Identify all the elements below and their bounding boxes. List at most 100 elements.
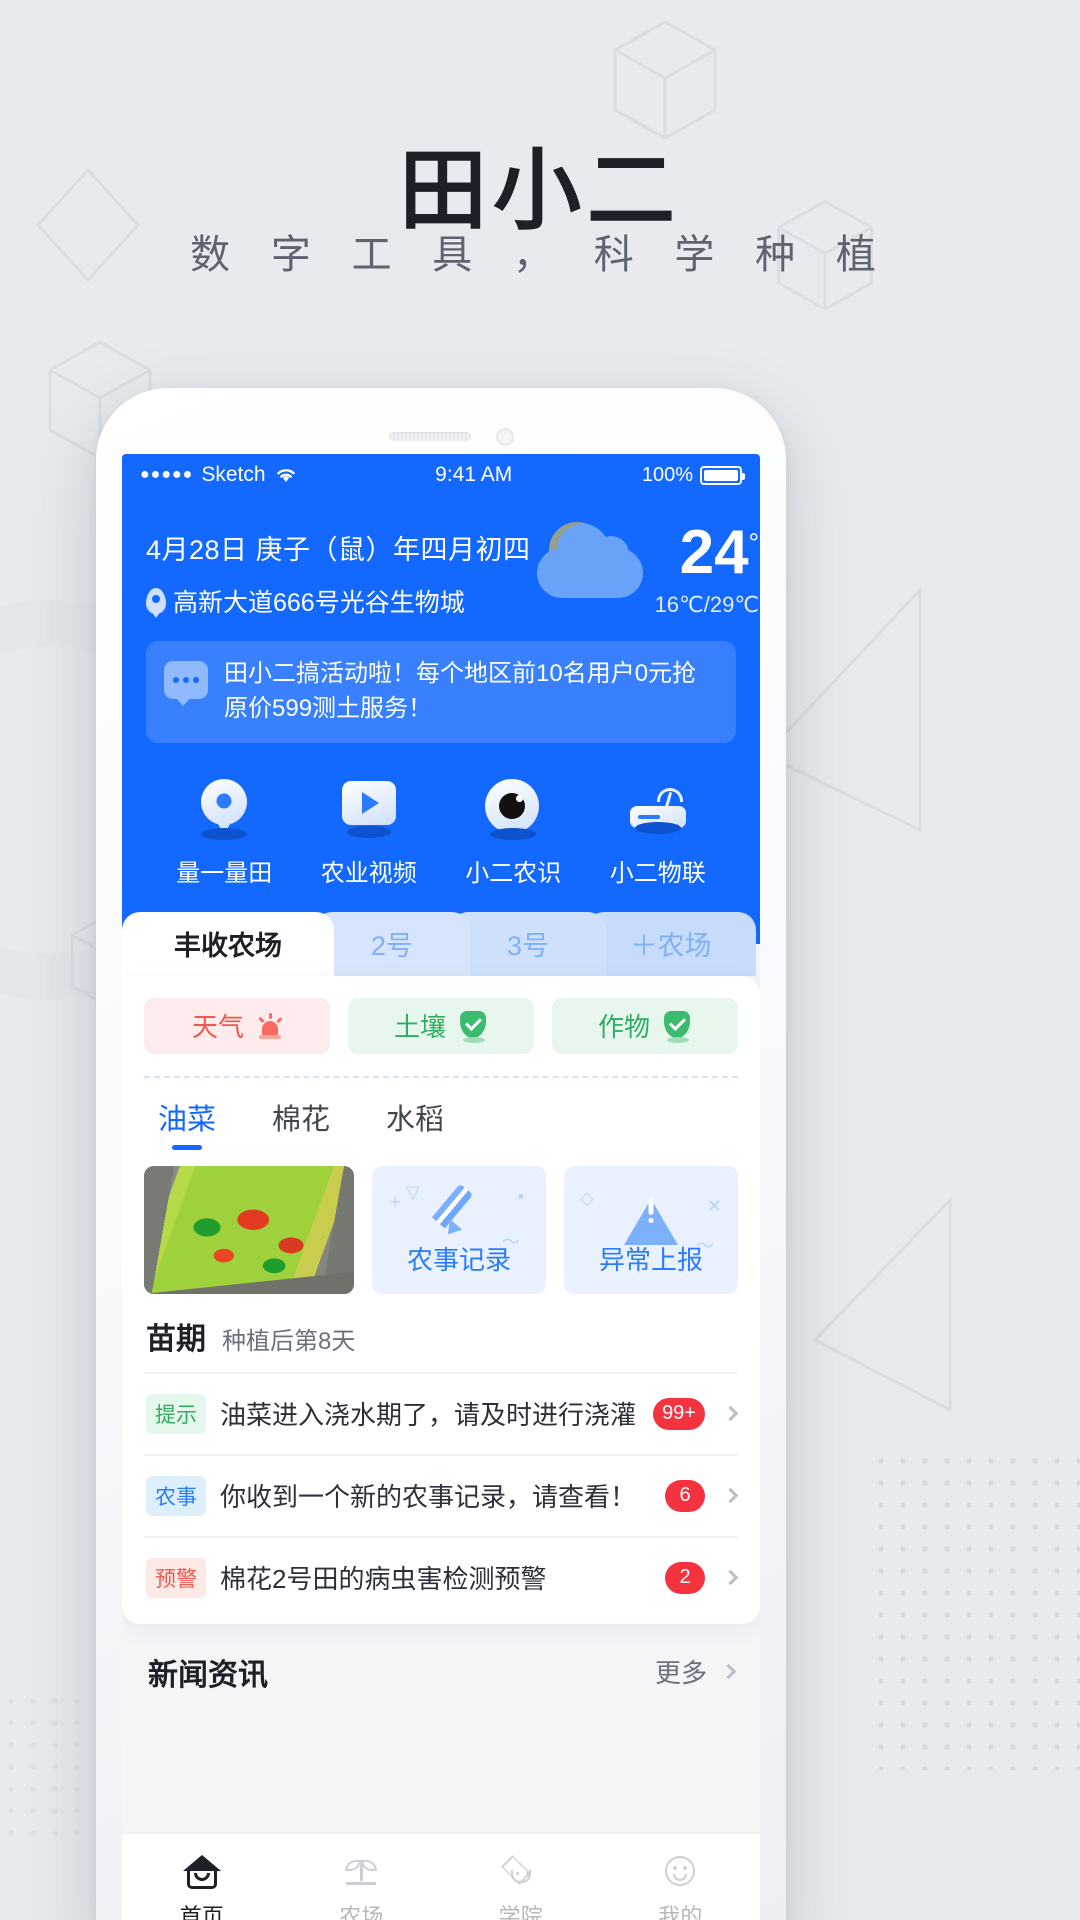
crop-tab-label: 棉花 bbox=[272, 1103, 331, 1136]
shield-check-icon bbox=[460, 1010, 488, 1043]
tab-label: 首页 bbox=[179, 1904, 224, 1920]
notification-row[interactable]: 农事 你收到一个新的农事记录，请查看！ 6 bbox=[144, 1453, 739, 1536]
notification-text: 你收到一个新的农事记录，请查看！ bbox=[220, 1482, 637, 1513]
notification-tag: 预警 bbox=[146, 1557, 206, 1598]
chevron-right-icon bbox=[720, 1663, 737, 1680]
tab-label: 农场 bbox=[339, 1904, 384, 1920]
phone-mockup: ●●●●● Sketch 9:41 AM 100% 4月28日 庚子（鼠）年四月… bbox=[96, 388, 786, 1920]
tab-farm[interactable]: 农场 bbox=[282, 1851, 442, 1920]
farm-card: 天气 土壤 作物 油菜 棉花 水稻 + ▽ ▪ 〜 农事记录 ◇ ✕ 〜 异常上… bbox=[122, 975, 760, 1624]
status-chip-label: 天气 bbox=[191, 1012, 244, 1043]
promo-notice-banner[interactable]: 田小二搞活动啦！每个地区前10名用户0元抢原价599测土服务！ bbox=[146, 641, 736, 743]
quick-action-agri-knowledge[interactable]: 小二农识 bbox=[441, 777, 586, 888]
status-chip-soil[interactable]: 土壤 bbox=[348, 997, 534, 1054]
farm-section: 丰收农场 2号 3号 ＋农场 天气 土壤 作物 油菜 棉花 水稻 + ▽ ▪ 〜… bbox=[122, 911, 760, 1624]
tab-academy[interactable]: 学院 bbox=[441, 1851, 601, 1920]
status-chip-label: 作物 bbox=[597, 1012, 650, 1043]
status-bar-right: 100% bbox=[641, 463, 745, 487]
temperature-value: 24° bbox=[679, 518, 760, 587]
degree-symbol: ° bbox=[748, 527, 760, 558]
notification-text: 棉花2号田的病虫害检测预警 bbox=[220, 1564, 547, 1595]
chevron-right-icon bbox=[722, 1569, 739, 1586]
battery-percent-label: 100% bbox=[641, 463, 693, 486]
action-card-label: 农事记录 bbox=[406, 1245, 511, 1276]
location-label: 高新大道666号光谷生物城 bbox=[173, 589, 465, 617]
tab-profile[interactable]: 我的 bbox=[601, 1851, 761, 1920]
news-section-header: 新闻资讯 更多 bbox=[122, 1624, 760, 1714]
eye-icon bbox=[485, 778, 541, 840]
farm-tab-harvest[interactable]: 丰收农场 bbox=[122, 911, 334, 976]
news-title: 新闻资讯 bbox=[148, 1658, 268, 1692]
hero-top-row: 4月28日 庚子（鼠）年四月初四 高新大道666号光谷生物城 24° 16℃/2 bbox=[146, 522, 759, 619]
growth-stage-row: 苗期 种植后第8天 bbox=[144, 1294, 738, 1372]
phone-screen: ●●●●● Sketch 9:41 AM 100% 4月28日 庚子（鼠）年四月… bbox=[122, 454, 760, 1920]
quick-action-label: 小二农识 bbox=[465, 859, 562, 887]
home-icon bbox=[182, 1855, 221, 1889]
battery-icon bbox=[700, 465, 745, 485]
date-location-block: 4月28日 庚子（鼠）年四月初四 高新大道666号光谷生物城 bbox=[146, 522, 531, 619]
chevron-right-icon bbox=[722, 1487, 739, 1504]
status-chip-weather[interactable]: 天气 bbox=[144, 997, 330, 1054]
quick-action-measure-field[interactable]: 量一量田 bbox=[152, 777, 297, 888]
farm-tabs: 丰收农场 2号 3号 ＋农场 bbox=[122, 911, 760, 976]
growth-stage-name: 苗期 bbox=[146, 1322, 206, 1356]
location-row[interactable]: 高新大道666号光谷生物城 bbox=[146, 583, 531, 619]
bottom-tab-bar: 首页 农场 学院 我的 bbox=[122, 1832, 760, 1920]
farm-tab-label: ＋农场 bbox=[630, 931, 712, 962]
user-face-icon bbox=[662, 1855, 698, 1889]
notification-badge: 2 bbox=[665, 1561, 705, 1594]
partly-cloudy-icon bbox=[531, 522, 649, 608]
alarm-light-icon bbox=[258, 1012, 283, 1039]
shield-check-icon bbox=[664, 1010, 692, 1043]
action-card-farm-record[interactable]: + ▽ ▪ 〜 农事记录 bbox=[372, 1165, 546, 1294]
map-pin-icon bbox=[201, 778, 248, 840]
tab-label: 我的 bbox=[658, 1904, 703, 1920]
weather-block[interactable]: 24° 16℃/29℃ bbox=[531, 522, 759, 618]
notification-row[interactable]: 提示 油菜进入浇水期了，请及时进行浇灌！ 99+ bbox=[144, 1371, 739, 1454]
weather-hero: 4月28日 庚子（鼠）年四月初四 高新大道666号光谷生物城 24° 16℃/2 bbox=[122, 496, 760, 944]
promo-notice-text: 田小二搞活动啦！每个地区前10名用户0元抢原价599测土服务！ bbox=[224, 660, 697, 722]
farm-tab-3[interactable]: 3号 bbox=[450, 911, 606, 976]
deco-dot-grid bbox=[870, 1450, 1080, 1770]
farm-tab-2[interactable]: 2号 bbox=[314, 911, 470, 976]
crop-tab-rapeseed[interactable]: 油菜 bbox=[158, 1096, 216, 1150]
status-chip-label: 土壤 bbox=[393, 1012, 446, 1043]
notification-tag: 提示 bbox=[146, 1393, 206, 1434]
crop-tab-cotton[interactable]: 棉花 bbox=[272, 1096, 330, 1150]
phone-speaker bbox=[389, 432, 471, 441]
phone-camera bbox=[496, 428, 514, 446]
quick-action-agri-video[interactable]: 农业视频 bbox=[297, 777, 442, 888]
field-ndvi-thumbnail[interactable] bbox=[144, 1165, 354, 1294]
farm-tab-add[interactable]: ＋农场 bbox=[586, 911, 756, 976]
news-more-label: 更多 bbox=[654, 1658, 707, 1689]
crop-tab-rice[interactable]: 水稻 bbox=[386, 1096, 444, 1150]
poster-background: 田小二 数 字 工 具 ， 科 学 种 植 ●●●●● Sketch 9:41 … bbox=[0, 0, 1080, 1920]
tab-home[interactable]: 首页 bbox=[122, 1851, 282, 1920]
growth-stage-days: 种植后第8天 bbox=[222, 1327, 356, 1355]
notification-badge: 99+ bbox=[653, 1397, 705, 1430]
location-pin-icon bbox=[146, 588, 166, 614]
graduation-cap-icon bbox=[500, 1855, 541, 1889]
crop-tab-label: 油菜 bbox=[158, 1103, 217, 1136]
signal-dots-icon: ●●●●● bbox=[140, 466, 194, 483]
warning-triangle-icon bbox=[624, 1182, 678, 1246]
crop-tab-label: 水稻 bbox=[386, 1103, 445, 1136]
status-chips-row: 天气 土壤 作物 bbox=[144, 997, 738, 1054]
status-chip-crop[interactable]: 作物 bbox=[552, 997, 738, 1054]
quick-action-label: 小二物联 bbox=[609, 859, 706, 887]
notification-row[interactable]: 预警 棉花2号田的病虫害检测预警 2 bbox=[144, 1535, 739, 1618]
farm-tab-label: 丰收农场 bbox=[174, 931, 282, 962]
date-label: 4月28日 庚子（鼠）年四月初四 bbox=[146, 535, 531, 565]
notification-badge: 6 bbox=[665, 1479, 705, 1512]
quick-action-label: 农业视频 bbox=[320, 859, 417, 887]
chat-bubble-icon bbox=[164, 661, 208, 706]
action-card-label: 异常上报 bbox=[598, 1245, 703, 1276]
notification-text: 油菜进入浇水期了，请及时进行浇灌！ bbox=[220, 1400, 640, 1431]
farm-tab-label: 2号 bbox=[370, 931, 414, 962]
news-more-button[interactable]: 更多 bbox=[654, 1653, 737, 1690]
action-card-anomaly-report[interactable]: ◇ ✕ 〜 异常上报 bbox=[564, 1165, 738, 1294]
wifi-icon bbox=[276, 469, 295, 482]
quick-action-iot[interactable]: 小二物联 bbox=[586, 777, 731, 888]
sprout-icon bbox=[342, 1855, 380, 1889]
deco-triangle-bottom bbox=[812, 1196, 952, 1413]
